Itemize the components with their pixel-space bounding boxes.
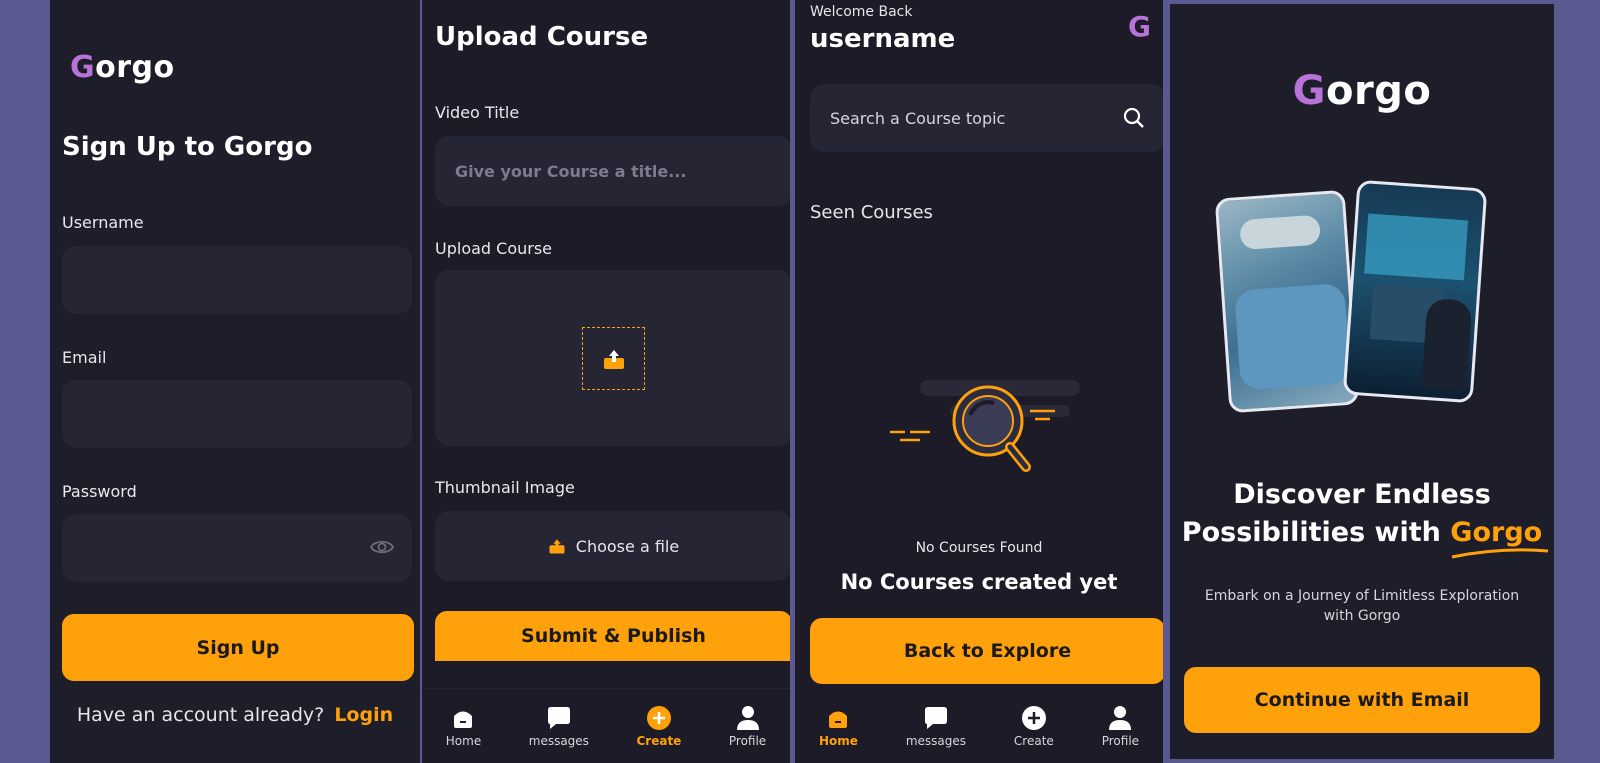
file-upload-icon: [549, 539, 565, 554]
email-field[interactable]: [62, 380, 412, 448]
username-label: Username: [62, 213, 144, 232]
seen-courses-heading: Seen Courses: [810, 202, 933, 223]
nav-create-label: Create: [1013, 734, 1054, 748]
login-prompt: Have an account already? Login: [50, 704, 420, 726]
video-title-label: Video Title: [435, 103, 520, 122]
search-icon[interactable]: [1123, 107, 1145, 129]
upload-course-screen: Upload Course Video Title Give your Cour…: [422, 0, 790, 763]
bottom-nav: Home messages Create Profile: [795, 690, 1163, 763]
video-title-input[interactable]: Give your Course a title...: [435, 136, 790, 206]
logo-g-icon: G: [70, 50, 96, 85]
page-title: Sign Up to Gorgo: [62, 132, 313, 162]
onboarding-subtitle: Embark on a Journey of Limitless Explora…: [1204, 588, 1520, 624]
login-link[interactable]: Login: [334, 704, 393, 726]
onboarding-screen: Gorgo Discover Endless Possibilities wit…: [1170, 4, 1554, 759]
nav-messages-label: messages: [905, 734, 966, 748]
gorgo-logo-icon[interactable]: G: [1128, 10, 1151, 43]
logo-g-icon: G: [1292, 68, 1326, 114]
surgery-photo: [1214, 189, 1360, 414]
nav-profile-label: Profile: [728, 733, 767, 748]
choose-file-label: Choose a file: [575, 536, 680, 556]
username-field[interactable]: [62, 246, 412, 314]
headline-line-1: Discover Endless: [1233, 479, 1491, 510]
password-label: Password: [62, 482, 137, 501]
profile-icon: [1107, 705, 1133, 731]
computer-photo: [1342, 179, 1488, 404]
search-input[interactable]: Search a Course topic: [810, 84, 1163, 152]
nav-create-label: Create: [636, 733, 682, 748]
signup-button[interactable]: Sign Up: [62, 614, 414, 681]
password-field[interactable]: [62, 514, 412, 582]
nav-profile[interactable]: Profile: [729, 705, 766, 748]
hero-illustration: [1214, 179, 1502, 424]
upload-course-label: Upload Course: [435, 239, 553, 258]
headline-line-2: Possibilities with Gorgo: [1170, 514, 1554, 559]
empty-search-illustration-icon: [890, 380, 1080, 472]
nav-create[interactable]: Create: [1014, 705, 1054, 748]
no-courses-found-text: No Courses Found: [915, 540, 1043, 556]
eye-icon[interactable]: [370, 538, 394, 556]
video-title-placeholder: Give your Course a title...: [455, 161, 687, 181]
message-icon: [546, 705, 572, 731]
gorgo-logo: Gorgo: [1292, 68, 1432, 114]
back-to-explore-button[interactable]: Back to Explore: [810, 618, 1163, 684]
nav-profile[interactable]: Profile: [1102, 705, 1139, 748]
headline-brand: Gorgo: [1450, 517, 1549, 559]
choose-file-button[interactable]: Choose a file: [435, 511, 790, 581]
home-icon: [825, 705, 851, 731]
upload-icon[interactable]: [582, 327, 645, 390]
bottom-nav: Home messages Create Profile: [422, 688, 790, 763]
nav-home[interactable]: Home: [819, 705, 858, 748]
email-label: Email: [62, 348, 107, 367]
submit-publish-button[interactable]: Submit & Publish: [435, 611, 790, 661]
nav-home-label: Home: [445, 733, 482, 748]
no-courses-created-text: No Courses created yet: [840, 570, 1118, 594]
nav-home[interactable]: Home: [446, 705, 481, 748]
headline: Discover Endless Possibilities with Gorg…: [1170, 476, 1554, 559]
profile-icon: [735, 705, 761, 731]
underline-swoosh-icon: [1451, 548, 1549, 559]
home-icon: [450, 705, 476, 731]
username-heading: username: [810, 24, 956, 54]
signup-screen: Gorgo Sign Up to Gorgo Username Email Pa…: [50, 0, 420, 763]
course-upload-dropzone[interactable]: [435, 270, 790, 446]
page-title: Upload Course: [435, 22, 649, 52]
search-placeholder: Search a Course topic: [830, 108, 1006, 128]
nav-create[interactable]: Create: [636, 705, 681, 748]
nav-profile-label: Profile: [1101, 734, 1140, 748]
nav-messages[interactable]: messages: [906, 705, 966, 748]
message-icon: [923, 705, 949, 731]
plus-circle-icon: [646, 705, 672, 731]
home-screen: Welcome Back username G Search a Course …: [795, 0, 1163, 763]
continue-with-email-button[interactable]: Continue with Email: [1184, 667, 1540, 733]
nav-messages-label: messages: [528, 733, 589, 748]
welcome-text: Welcome Back: [810, 4, 913, 20]
nav-messages[interactable]: messages: [529, 705, 589, 748]
gorgo-logo: Gorgo: [70, 50, 175, 85]
have-account-text: Have an account already?: [76, 704, 325, 726]
plus-circle-icon: [1021, 705, 1047, 731]
thumbnail-label: Thumbnail Image: [435, 478, 575, 497]
nav-home-label: Home: [818, 734, 858, 748]
